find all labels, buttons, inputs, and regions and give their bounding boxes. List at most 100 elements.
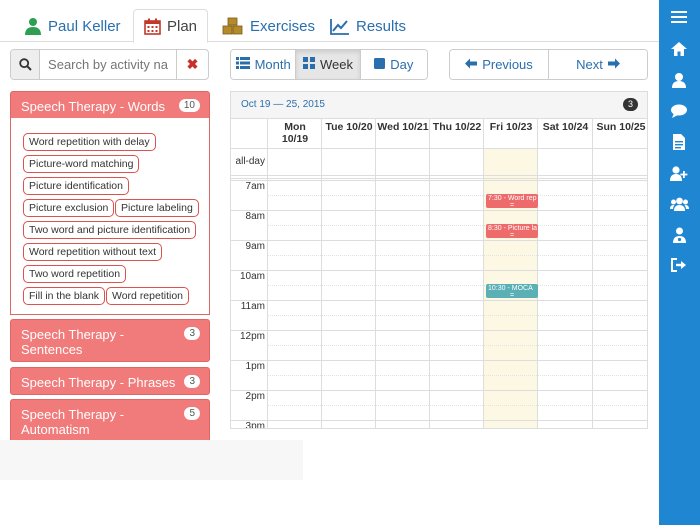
- activity-item[interactable]: Two word repetition: [23, 265, 127, 283]
- search-input[interactable]: [40, 50, 177, 79]
- footer-area: [0, 440, 303, 480]
- event-title: 8:30 - Picture la: [488, 225, 538, 232]
- category-header-automatism[interactable]: Speech Therapy - Automatism 5: [10, 399, 210, 442]
- category-count-badge: 5: [184, 407, 200, 420]
- event-count-badge: 3: [622, 98, 638, 111]
- category-header-words[interactable]: Speech Therapy - Words 10: [10, 91, 210, 119]
- next-button[interactable]: Next: [549, 50, 647, 79]
- category-count-badge: 10: [178, 99, 200, 112]
- category-header-phrases[interactable]: Speech Therapy - Phrases 3: [10, 367, 210, 395]
- tab-plan[interactable]: Plan: [133, 9, 209, 43]
- user-icon[interactable]: [669, 70, 689, 90]
- event-title: 10:30 - MOCA: [488, 285, 533, 292]
- tab-patient[interactable]: Paul Keller: [14, 9, 131, 43]
- event-title: 7:30 - Word rep: [488, 195, 537, 202]
- time-label: 11am: [240, 301, 265, 312]
- tab-label: Exercises: [250, 17, 316, 35]
- calendar-event[interactable]: 10:30 - MOCA =: [486, 284, 538, 298]
- category-count-badge: 3: [184, 375, 200, 388]
- line-chart-icon: [330, 18, 350, 35]
- hour-line: [231, 420, 647, 421]
- add-user-icon[interactable]: [669, 163, 689, 183]
- category-title-line: Speech Therapy -: [21, 327, 125, 342]
- hour-line: [231, 270, 647, 271]
- category-title-line: Automatism: [21, 422, 90, 437]
- day-header[interactable]: Mon 10/19: [268, 119, 322, 148]
- arrow-right-icon: [607, 57, 620, 72]
- resize-handle[interactable]: =: [488, 232, 536, 238]
- button-label: Next: [576, 57, 603, 72]
- week-calendar: Oct 19 — 25, 2015 3 Mon 10/19 Tue 10/20 W…: [230, 91, 648, 429]
- half-hour-line: [268, 375, 647, 376]
- logout-icon[interactable]: [669, 255, 689, 275]
- day-view-button[interactable]: Day: [360, 50, 427, 79]
- search-icon: [11, 50, 41, 79]
- button-label: Month: [254, 57, 291, 72]
- menu-icon[interactable]: [669, 7, 689, 27]
- activity-search: ✖: [10, 49, 209, 80]
- activity-item[interactable]: Word repetition without text: [23, 243, 163, 261]
- home-icon[interactable]: [669, 39, 689, 59]
- activity-item[interactable]: Fill in the blank: [23, 287, 106, 305]
- close-icon: ✖: [186, 56, 199, 72]
- column-divider: [483, 119, 484, 428]
- arrow-left-icon: [465, 57, 478, 72]
- column-divider: [321, 119, 322, 428]
- activity-item[interactable]: Picture labeling: [115, 199, 199, 217]
- activity-item[interactable]: Word repetition with delay: [23, 133, 156, 151]
- cubes-icon: [222, 17, 244, 35]
- button-label: Week: [320, 57, 354, 72]
- user-key-icon[interactable]: [669, 225, 689, 245]
- chat-icon[interactable]: [669, 101, 689, 121]
- calendar-toolbar: Oct 19 — 25, 2015 3: [231, 92, 647, 119]
- day-header-label: Mon: [284, 121, 306, 133]
- category-title: Speech Therapy - Automatism: [21, 407, 124, 437]
- document-icon[interactable]: [669, 132, 689, 152]
- button-label: Previous: [482, 57, 533, 72]
- category-title: Speech Therapy - Sentences: [21, 327, 124, 357]
- half-hour-line: [268, 255, 647, 256]
- day-header[interactable]: Sun 10/25: [593, 119, 647, 148]
- week-view-button[interactable]: Week: [296, 50, 361, 79]
- category-header-sentences[interactable]: Speech Therapy - Sentences 3: [10, 319, 210, 362]
- activity-item[interactable]: Picture-word matching: [23, 155, 140, 173]
- month-view-button[interactable]: Month: [231, 50, 297, 79]
- category-count-badge: 3: [184, 327, 200, 340]
- calendar-icon: [144, 18, 161, 35]
- group-icon[interactable]: [669, 194, 689, 214]
- calendar-event[interactable]: 8:30 - Picture la =: [486, 224, 538, 238]
- resize-handle[interactable]: =: [488, 292, 536, 298]
- day-header[interactable]: Sat 10/24: [538, 119, 593, 148]
- previous-button[interactable]: Previous: [450, 50, 549, 79]
- row-divider: [231, 178, 647, 179]
- tab-label: Plan: [167, 17, 198, 35]
- activity-item[interactable]: Picture exclusion: [23, 199, 115, 217]
- day-header[interactable]: Fri 10/23: [484, 119, 538, 148]
- date-navigation: Previous Next: [449, 49, 648, 80]
- activity-item[interactable]: Word repetition: [106, 287, 190, 305]
- clear-search-button[interactable]: ✖: [176, 50, 208, 79]
- day-header[interactable]: Wed 10/21: [376, 119, 430, 148]
- time-label: 1pm: [245, 361, 265, 372]
- hour-line: [231, 300, 647, 301]
- column-divider: [537, 119, 538, 428]
- category-title-line: Speech Therapy -: [21, 407, 125, 422]
- view-switcher: Month Week Day: [230, 49, 428, 80]
- activity-item[interactable]: Two word and picture identification: [23, 221, 197, 239]
- list-icon: [235, 57, 250, 72]
- resize-handle[interactable]: =: [488, 202, 536, 208]
- time-label: 8am: [245, 211, 265, 222]
- hour-line: [231, 180, 647, 181]
- activity-item[interactable]: Picture identification: [23, 177, 129, 195]
- column-divider: [592, 119, 593, 428]
- tab-exercises[interactable]: Exercises: [212, 9, 325, 43]
- time-label: 2pm: [245, 391, 265, 402]
- day-header[interactable]: Tue 10/20: [322, 119, 376, 148]
- day-header[interactable]: Thu 10/22: [430, 119, 484, 148]
- tab-label: Paul Keller: [48, 17, 121, 35]
- hour-line: [231, 210, 647, 211]
- tab-results[interactable]: Results: [320, 9, 416, 43]
- row-divider: [231, 175, 647, 176]
- row-divider: [231, 148, 647, 149]
- calendar-event[interactable]: 7:30 - Word rep =: [486, 194, 538, 208]
